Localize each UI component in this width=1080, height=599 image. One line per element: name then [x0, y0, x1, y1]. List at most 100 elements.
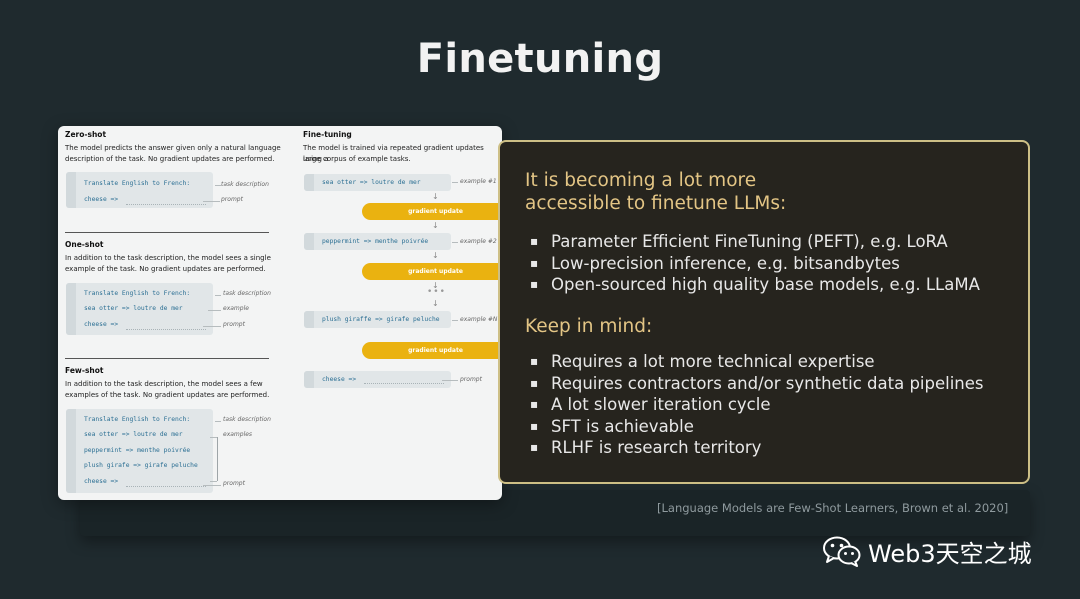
bullet-icon: ▪ [530, 440, 539, 454]
annotation-line [215, 295, 221, 296]
annotation-example-1: example #1 [460, 178, 497, 185]
zero-shot-title: Zero-shot [65, 130, 107, 139]
heading-line: accessible to finetune LLMs: [525, 193, 787, 214]
code-line: peppermint => menthe poivrée [84, 447, 191, 454]
code-line: peppermint => menthe poivrée [322, 238, 429, 245]
annotation-examples: examples [223, 431, 253, 438]
code-line: sea otter => loutre de mer [322, 179, 421, 186]
answer-underline [126, 486, 206, 487]
fine-tuning-prompt: cheese => [304, 371, 451, 388]
fine-tuning-example-2: peppermint => menthe poivrée [304, 233, 451, 250]
annotation-line [215, 421, 221, 422]
down-arrow-icon: ↓ [432, 192, 439, 201]
annotation-example-2: example #2 [460, 238, 497, 245]
annotation-line [452, 182, 458, 183]
fine-tuning-desc-2: large corpus of example tasks. [303, 155, 411, 163]
one-shot-desc-2: example of the task. No gradient updates… [65, 265, 266, 273]
figure-zero-one-few-finetune: Zero-shot The model predicts the answer … [58, 126, 509, 500]
list-item-text: Requires contractors and/or synthetic da… [551, 373, 984, 393]
list-item-text: Requires a lot more technical expertise [551, 352, 875, 371]
code-line: sea otter => loutre de mer [84, 305, 183, 312]
citation: [Language Models are Few-Shot Learners, … [657, 501, 1009, 515]
zero-shot-codebox: Translate English to French: cheese => [66, 172, 213, 208]
annotation-prompt: prompt [460, 376, 482, 383]
few-shot-desc-1: In addition to the task description, the… [65, 380, 263, 388]
annotation-example-n: example #N [460, 316, 498, 323]
code-gutter [66, 283, 76, 335]
list-item-text: RLHF is research territory [551, 438, 762, 457]
code-line: cheese => [84, 321, 119, 328]
fine-tuning-example-1: sea otter => loutre de mer [304, 174, 451, 191]
list-item-text: Parameter Efficient FineTuning (PEFT), e… [551, 232, 948, 251]
code-line: cheese => [84, 478, 119, 485]
annotation-task-description: task description [223, 290, 271, 297]
annotation-task-description: task description [223, 416, 271, 423]
fine-tuning-example-n: plush giraffe => girafe peluche [304, 311, 451, 328]
annotation-line [203, 485, 221, 486]
list-item: ▪ SFT is achievable [530, 416, 984, 438]
zero-shot-desc-1: The model predicts the answer given only… [65, 144, 281, 152]
fine-tuning-title: Fine-tuning [303, 130, 352, 139]
annotation-prompt: prompt [223, 480, 245, 487]
few-shot-title: Few-shot [65, 366, 104, 375]
list-item: ▪ Requires a lot more technical expertise [530, 351, 984, 373]
list-item-text: SFT is achievable [551, 416, 694, 436]
panel-heading-keep-in-mind: Keep in mind: [525, 316, 653, 337]
one-shot-desc-1: In addition to the task description, the… [65, 254, 271, 262]
code-line: cheese => [322, 376, 357, 383]
bullet-icon: ▪ [530, 277, 539, 291]
annotation-line [203, 326, 221, 327]
answer-underline [126, 204, 206, 205]
gradient-update-pill: gradient update [362, 263, 509, 280]
bullet-icon: ▪ [530, 354, 539, 368]
gradient-update-pill: gradient update [362, 342, 509, 359]
annotation-line [452, 242, 458, 243]
bullet-icon: ▪ [530, 234, 539, 248]
annotation-task-description: task description [221, 181, 269, 188]
one-shot-title: One-shot [65, 240, 104, 249]
bullet-icon: ▪ [530, 418, 539, 433]
watermark: Web3天空之城 [822, 534, 1032, 568]
section-divider [65, 232, 269, 233]
list-item: ▪ Open-sourced high quality base models, … [530, 274, 980, 296]
list-item: ▪ Requires contractors and/or synthetic d… [530, 373, 984, 395]
annotation-line [442, 380, 458, 381]
annotation-line [208, 310, 221, 311]
annotation-line [210, 437, 217, 438]
bullet-icon: ▪ [530, 255, 539, 270]
bullet-icon: ▪ [530, 397, 539, 411]
annotation-line [203, 201, 220, 202]
code-gutter [304, 233, 314, 250]
code-line: Translate English to French: [84, 416, 191, 423]
slide-title: Finetuning [416, 36, 664, 82]
heading-line: It is becoming a lot more [525, 170, 757, 191]
down-arrow-icon: ↓ [432, 251, 439, 260]
code-gutter [66, 172, 76, 208]
list-item-text: Low-precision inference, e.g. bitsandbyt… [551, 253, 900, 273]
annotation-prompt: prompt [223, 321, 245, 328]
down-arrow-icon: ↓ [432, 299, 439, 308]
list-item: ▪ Low-precision inference, e.g. bitsandby… [530, 253, 980, 275]
few-shot-desc-2: examples of the task. No gradient update… [65, 391, 270, 399]
code-gutter [304, 371, 314, 388]
one-shot-codebox: Translate English to French: sea otter =… [66, 283, 213, 335]
code-gutter [304, 311, 314, 328]
code-gutter [66, 409, 76, 493]
code-line: cheese => [84, 196, 119, 203]
code-line: sea otter => loutre de mer [84, 431, 183, 438]
annotation-line [210, 481, 217, 482]
gradient-update-pill: gradient update [362, 203, 509, 220]
accessibility-list: ▪ Parameter Efficient FineTuning (PEFT), … [530, 231, 980, 296]
list-item-text: Open-sourced high quality base models, e… [551, 275, 980, 294]
list-item: ▪ RLHF is research territory [530, 437, 984, 459]
code-line: Translate English to French: [84, 290, 191, 297]
answer-underline [126, 329, 206, 330]
answer-underline [364, 383, 444, 384]
few-shot-codebox: Translate English to French: sea otter =… [66, 409, 213, 493]
annotation-line [452, 320, 458, 321]
keep-in-mind-list: ▪ Requires a lot more technical expertise… [530, 351, 984, 459]
list-item-text: A lot slower iteration cycle [551, 395, 771, 414]
code-gutter [304, 174, 314, 191]
list-item: ▪ Parameter Efficient FineTuning (PEFT), … [530, 231, 980, 253]
code-line: plush giraffe => girafe peluche [322, 316, 440, 323]
